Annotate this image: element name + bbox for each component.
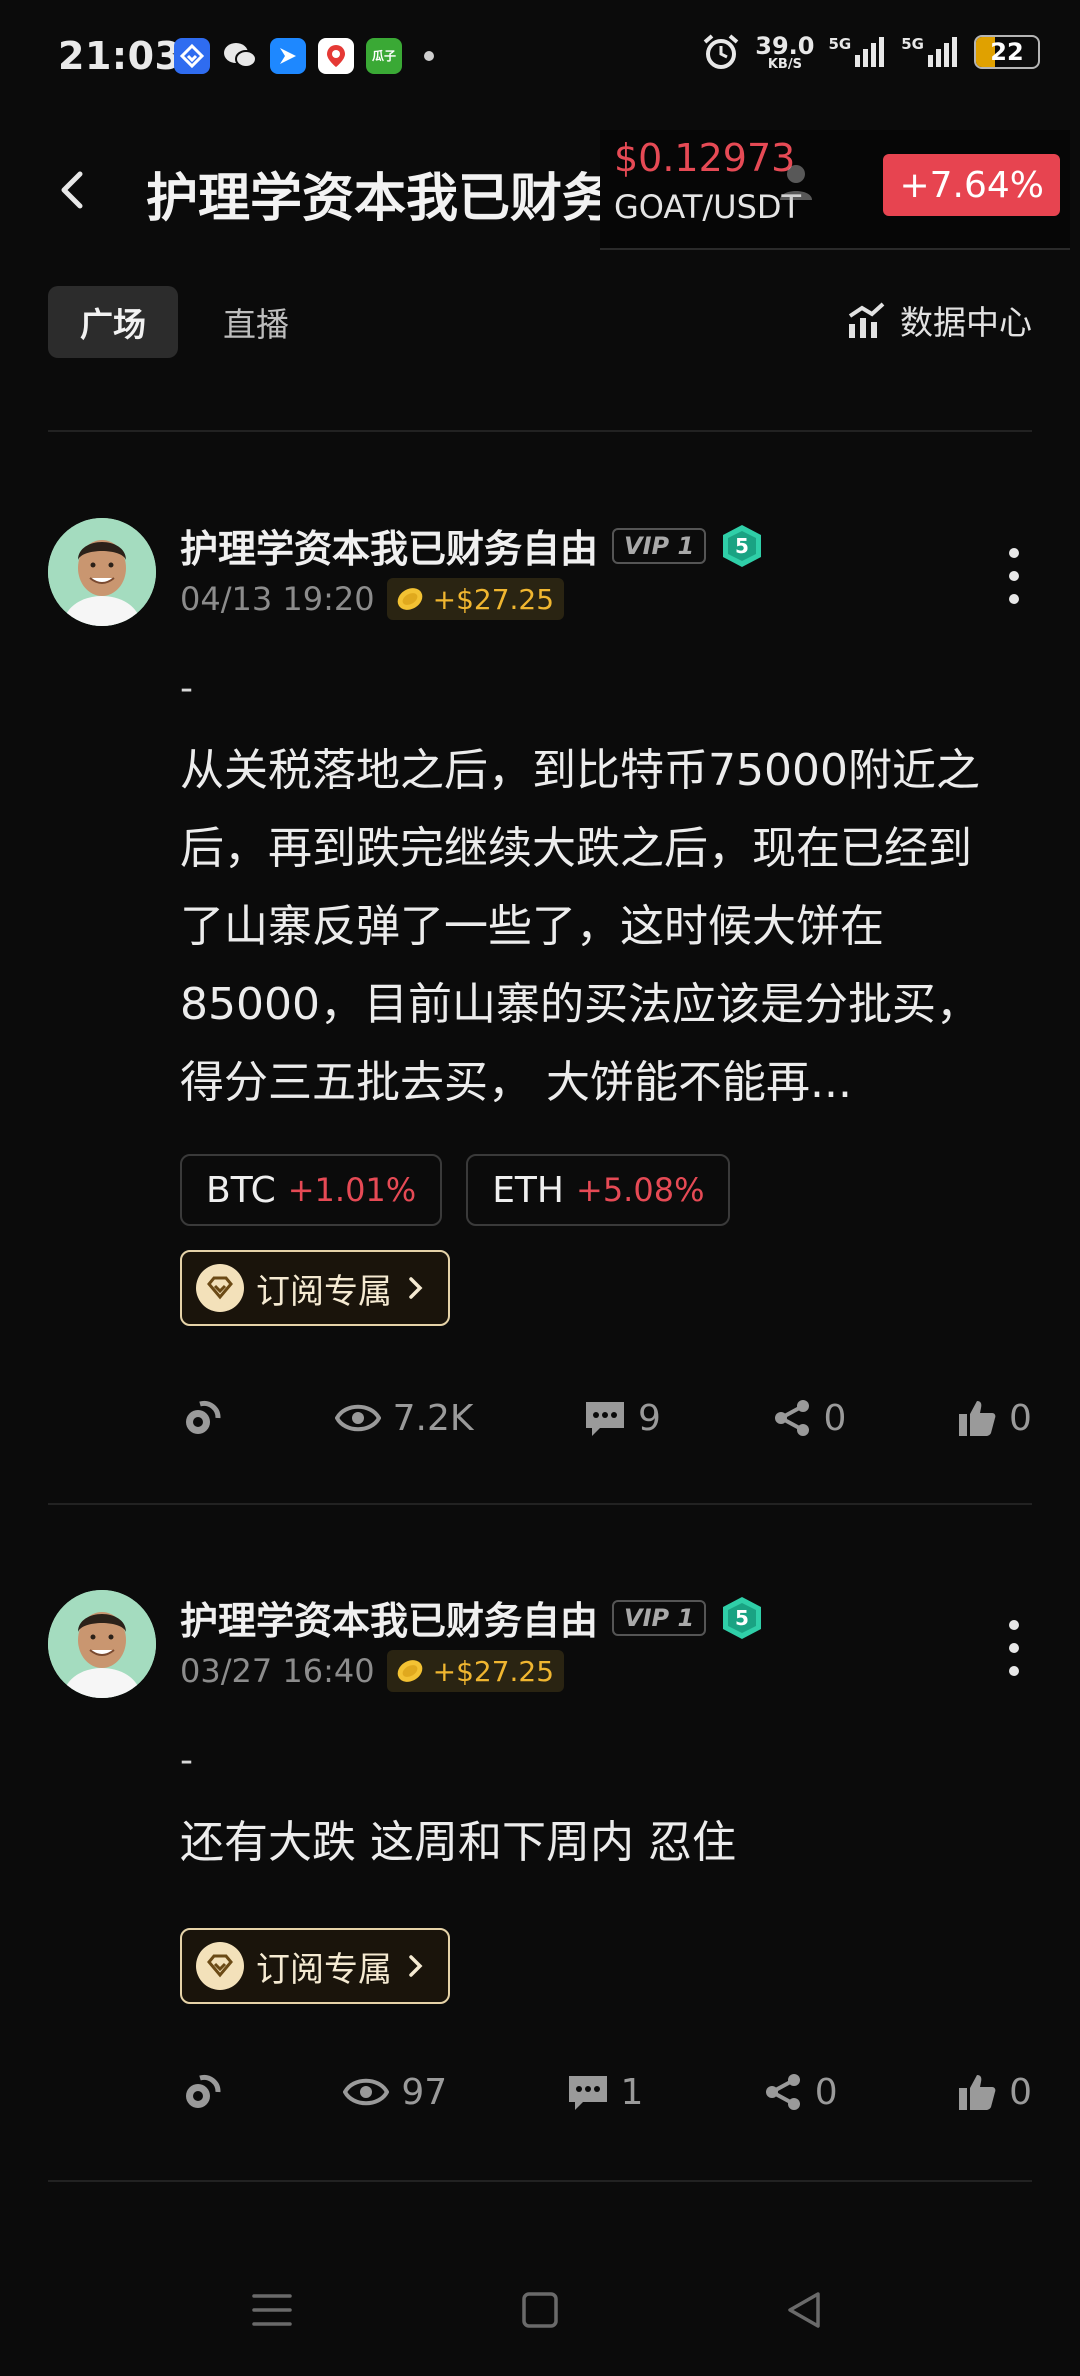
share-button[interactable]: 0 — [763, 2072, 838, 2113]
comment-button[interactable]: 1 — [567, 2072, 643, 2113]
battery-icon: 22 — [974, 35, 1040, 69]
post-date: 03/27 16:40 — [180, 1652, 375, 1690]
svg-text:5: 5 — [735, 534, 749, 558]
post-body[interactable]: 还有大跌 这周和下周内 忍住 — [180, 1804, 1000, 1882]
recent-apps-button[interactable] — [244, 2282, 300, 2338]
more-notifications-dot — [424, 51, 434, 61]
tab-live[interactable]: 直播 — [196, 286, 316, 358]
guazi-app-icon: 瓜子 — [366, 38, 402, 74]
more-options-button[interactable] — [1004, 548, 1024, 604]
author-name[interactable]: 护理学资本我已财务自由 — [180, 518, 598, 573]
chart-icon — [848, 302, 885, 338]
post-body[interactable]: 从关税落地之后，到比特币75000附近之后，再到跌完继续大跌之后，现在已经到了山… — [180, 732, 1000, 1122]
divider — [48, 2180, 1032, 2182]
more-options-button[interactable] — [1004, 1620, 1024, 1676]
reward-badge: +$27.25 — [386, 1650, 565, 1692]
post-date: 04/13 19:20 — [180, 580, 375, 618]
subscribe-button[interactable]: 订阅专属 — [180, 1928, 450, 2004]
menu-icon — [252, 2294, 292, 2326]
back-button[interactable] — [48, 158, 98, 222]
status-bar: 21:03 瓜子 39.0 KB/S 5G 5G 22 — [0, 0, 1080, 118]
chevron-right-icon — [409, 1955, 423, 1977]
signal-2-icon: 5G — [901, 35, 960, 69]
map-pin-icon — [318, 38, 354, 74]
page-title: 护理学资本我已财务自由 — [146, 169, 616, 229]
post-dash: - — [180, 668, 193, 709]
comment-icon — [568, 2076, 607, 2110]
repost-icon — [186, 1400, 221, 1434]
eye-icon — [334, 1404, 381, 1432]
system-nav-bar — [0, 2268, 1080, 2348]
app-notification-icon — [174, 38, 210, 74]
alarm-icon — [703, 34, 739, 69]
avatar[interactable] — [48, 518, 156, 626]
wechat-icon — [222, 38, 258, 74]
views-counter: 7.2K — [334, 1398, 473, 1439]
post-actions: 97 1 0 0 — [180, 2062, 1032, 2122]
comment-icon — [586, 1402, 625, 1436]
eye-icon — [343, 2078, 390, 2106]
like-button[interactable]: 0 — [957, 2072, 1032, 2113]
divider — [48, 1503, 1032, 1505]
like-button[interactable]: 0 — [957, 1398, 1032, 1439]
chevron-right-icon — [409, 1277, 423, 1299]
reward-badge: +$27.25 — [386, 578, 565, 620]
coin-tag-btc[interactable]: BTC +1.01% — [180, 1154, 443, 1226]
vip-badge: VIP 1 — [612, 527, 707, 564]
price-ticker[interactable]: $0.12973 GOAT/USDT +7.64% — [600, 130, 1070, 250]
ticker-price: $0.12973 — [614, 136, 796, 180]
tab-square[interactable]: 广场 — [48, 286, 178, 358]
level-badge-icon: 5 — [723, 1596, 762, 1639]
divider — [48, 430, 1032, 432]
data-center-label: 数据中心 — [900, 303, 1032, 342]
status-time: 21:03 — [58, 34, 182, 78]
share-icon — [765, 2074, 800, 2110]
diamond-icon — [196, 1264, 244, 1312]
coin-tag-eth[interactable]: ETH +5.08% — [466, 1154, 731, 1226]
author-row: 护理学资本我已财务自由 VIP 1 5 — [180, 1590, 764, 1645]
system-icons: 39.0 KB/S 5G 5G 22 — [701, 32, 1040, 72]
chevron-left-icon — [61, 171, 83, 209]
post-meta: 04/13 19:20 +$27.25 — [180, 578, 565, 620]
notification-icons: 瓜子 — [174, 38, 434, 74]
thumbs-up-icon — [959, 1401, 996, 1436]
repost-button[interactable] — [180, 1396, 224, 1440]
repost-icon — [186, 2074, 221, 2108]
svg-text:5: 5 — [735, 1606, 749, 1630]
coin-icon — [397, 1660, 422, 1682]
data-center-button[interactable]: 数据中心 — [846, 296, 1032, 344]
home-button[interactable] — [512, 2282, 568, 2338]
thumbs-up-icon — [959, 2075, 996, 2110]
diamond-icon — [196, 1942, 244, 1990]
square-icon — [522, 2292, 558, 2328]
views-counter: 97 — [343, 2072, 447, 2113]
subscribe-button[interactable]: 订阅专属 — [180, 1250, 450, 1326]
back-nav-button[interactable] — [776, 2282, 832, 2338]
author-name[interactable]: 护理学资本我已财务自由 — [180, 1590, 598, 1645]
coin-icon — [397, 588, 422, 610]
network-speed: 39.0 KB/S — [755, 31, 815, 72]
post-actions: 7.2K 9 0 0 — [180, 1388, 1032, 1448]
tab-bar: 广场 直播 数据中心 — [0, 286, 1080, 366]
post-meta: 03/27 16:40 +$27.25 — [180, 1650, 565, 1692]
repost-button[interactable] — [180, 2070, 224, 2114]
page-header: 护理学资本我已财务自由 $0.12973 GOAT/USDT +7.64% — [0, 130, 1080, 250]
share-icon — [774, 1400, 809, 1436]
vip-badge: VIP 1 — [612, 1599, 707, 1636]
post-dash: - — [180, 1740, 193, 1781]
user-follow-icon — [780, 165, 812, 200]
feishu-icon — [270, 38, 306, 74]
ticker-pair: GOAT/USDT — [614, 188, 802, 226]
comment-button[interactable]: 9 — [584, 1398, 661, 1439]
coin-tags: BTC +1.01% ETH +5.08% — [180, 1154, 731, 1226]
ticker-change-badge: +7.64% — [883, 154, 1060, 216]
author-row: 护理学资本我已财务自由 VIP 1 5 — [180, 518, 764, 573]
share-button[interactable]: 0 — [772, 1398, 846, 1439]
avatar[interactable] — [48, 1590, 156, 1698]
level-badge-icon: 5 — [723, 524, 762, 567]
signal-1-icon: 5G — [829, 35, 888, 69]
triangle-back-icon — [788, 2292, 820, 2328]
